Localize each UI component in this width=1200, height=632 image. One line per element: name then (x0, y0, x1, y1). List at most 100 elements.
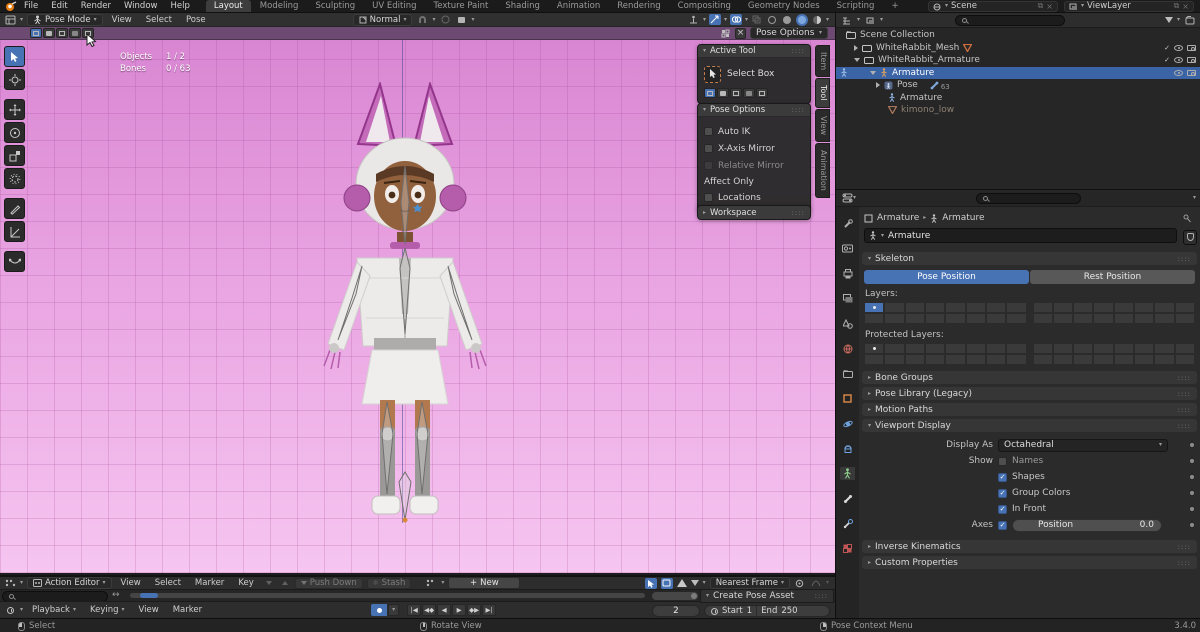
menu-render[interactable]: Render (75, 0, 117, 12)
row-kimono-low[interactable]: kimono_low (836, 104, 1200, 117)
x-axis-mirror-row[interactable]: X-Axis Mirror (704, 140, 804, 157)
row-whiterabbit-armature[interactable]: WhiteRabbit_Armature ✓ (836, 54, 1200, 67)
new-action-button[interactable]: + New (448, 577, 520, 589)
select-mode-set-icon[interactable] (704, 88, 716, 98)
prev-keyframe-button[interactable]: ◀◆ (422, 604, 436, 616)
tab-object-icon[interactable] (840, 392, 855, 405)
panel-grip-icon[interactable]: :::: (1178, 422, 1191, 430)
tool-move[interactable] (4, 99, 25, 120)
tab-constraints-icon[interactable] (840, 442, 855, 455)
tool-select-box[interactable] (4, 46, 25, 67)
panel-grip-icon[interactable]: :::: (1178, 406, 1191, 414)
mode-selector[interactable]: Pose Mode ▾ (27, 14, 103, 26)
pin-icon[interactable] (1183, 214, 1191, 223)
unlink-scene-button[interactable]: × (1046, 2, 1053, 11)
hide-eye-icon[interactable] (1174, 70, 1183, 76)
menu-view[interactable]: View (107, 15, 137, 25)
animate-dot[interactable] (1190, 443, 1194, 447)
dope-sheet-scrollbar[interactable] (130, 593, 645, 598)
character-mesh[interactable] (300, 82, 510, 527)
tab-view[interactable]: View (815, 109, 830, 142)
select-mode-subtract-icon[interactable] (730, 88, 742, 98)
tab-output-icon[interactable] (840, 267, 855, 280)
blender-logo-icon[interactable] (4, 1, 17, 12)
render-camera-icon[interactable] (1187, 45, 1196, 51)
tab-bone-icon[interactable] (840, 492, 855, 505)
pose-position-button[interactable]: Pose Position (864, 270, 1029, 284)
scene-selector[interactable]: ▾ Scene ⧉ × (928, 1, 1058, 12)
tab-texture-paint[interactable]: Texture Paint (426, 0, 497, 12)
timeline-editor-icon[interactable] (4, 605, 16, 616)
animate-dot[interactable] (1190, 491, 1194, 495)
tool-pose-breakdowner[interactable] (4, 251, 25, 272)
shading-solid-icon[interactable] (781, 14, 793, 25)
auto-keying-options-icon[interactable]: ▾ (388, 604, 399, 616)
channel-slider[interactable] (652, 592, 698, 600)
menu-select[interactable]: Select (141, 15, 177, 25)
new-collection-icon[interactable] (1184, 15, 1196, 26)
expand-icon[interactable] (876, 82, 880, 88)
menu-select[interactable]: Select (150, 578, 186, 588)
active-tool-panel-header[interactable]: ▾ Active Tool :::: (698, 45, 810, 58)
only-selected-icon[interactable] (645, 578, 657, 589)
action-id-icon[interactable] (425, 578, 437, 589)
tool-transform[interactable] (4, 168, 25, 189)
menu-file[interactable]: File (18, 0, 44, 12)
names-checkbox[interactable] (998, 457, 1007, 466)
shading-rendered-icon[interactable] (811, 14, 823, 25)
panel-grip-icon[interactable]: :::: (1178, 559, 1191, 567)
properties-search-input[interactable] (976, 193, 1081, 204)
panel-grip-icon[interactable]: :::: (792, 209, 805, 217)
snap-magnet-icon[interactable] (416, 14, 428, 25)
select-box-tool-icon[interactable] (704, 66, 721, 83)
play-reverse-button[interactable]: ◀ (437, 604, 451, 616)
protected-group-1[interactable] (864, 343, 1027, 365)
menu-key[interactable]: Key (233, 578, 258, 588)
dope-sheet-editor-icon[interactable] (4, 578, 16, 589)
row-armature-data[interactable]: Armature (836, 92, 1200, 105)
menu-pose[interactable]: Pose (181, 15, 211, 25)
collapse-icon[interactable] (854, 58, 860, 62)
tool-scale[interactable] (4, 145, 25, 166)
add-workspace-button[interactable]: + (883, 0, 906, 12)
xray-toggle-icon[interactable] (751, 14, 763, 25)
breadcrumb-object[interactable]: Armature (877, 213, 919, 223)
fake-user-button[interactable] (1183, 230, 1197, 245)
outliner-search-input[interactable] (955, 15, 1065, 26)
new-viewlayer-button[interactable]: ⧉ (1174, 1, 1180, 11)
pose-options-dropdown[interactable]: Pose Options ▾ (750, 27, 828, 39)
tab-uv-editing[interactable]: UV Editing (364, 0, 424, 12)
select-mode-intersect-icon[interactable] (756, 88, 768, 98)
row-pose[interactable]: Pose 63 (836, 79, 1200, 92)
panel-grip-icon[interactable]: :::: (792, 106, 805, 114)
tab-tool[interactable]: Tool (815, 78, 830, 108)
menu-window[interactable]: Window (118, 0, 164, 12)
row-whiterabbit-mesh[interactable]: WhiteRabbit_Mesh ✓ (836, 42, 1200, 55)
expand-icon[interactable] (854, 45, 858, 51)
proportional-edit-icon[interactable] (439, 14, 451, 25)
bone-groups-panel-header[interactable]: ▸ Bone Groups :::: (862, 371, 1197, 384)
tool-cursor[interactable] (4, 69, 25, 90)
tab-compositing[interactable]: Compositing (670, 0, 739, 12)
select-mode-subtract-icon[interactable] (56, 28, 68, 38)
x-axis-mirror-checkbox[interactable] (704, 144, 713, 153)
viewlayer-selector[interactable]: ▾ ViewLayer ⧉ × (1064, 1, 1194, 12)
protected-group-2[interactable] (1033, 343, 1196, 365)
select-mode-invert-icon[interactable] (743, 88, 755, 98)
layers-group-2[interactable] (1033, 302, 1196, 324)
tab-geometry-nodes[interactable]: Geometry Nodes (740, 0, 828, 12)
locations-row[interactable]: Locations (704, 189, 804, 206)
pose-library-panel-header[interactable]: ▸ Pose Library (Legacy) :::: (862, 387, 1197, 400)
select-mode-invert-icon[interactable] (69, 28, 81, 38)
filter-icon[interactable] (691, 580, 699, 586)
group-colors-checkbox[interactable]: ✓ (998, 489, 1007, 498)
use-preview-range-icon[interactable] (711, 608, 718, 615)
motion-paths-panel-header[interactable]: ▸ Motion Paths :::: (862, 403, 1197, 416)
next-keyframe-button[interactable]: ◆▶ (467, 604, 481, 616)
proportional-edit-icon[interactable] (794, 578, 806, 589)
menu-view[interactable]: View (134, 605, 164, 615)
tab-sculpting[interactable]: Sculpting (307, 0, 363, 12)
tab-world-icon[interactable] (840, 342, 855, 355)
animate-dot[interactable] (1190, 523, 1194, 527)
menu-marker[interactable]: Marker (168, 605, 207, 615)
